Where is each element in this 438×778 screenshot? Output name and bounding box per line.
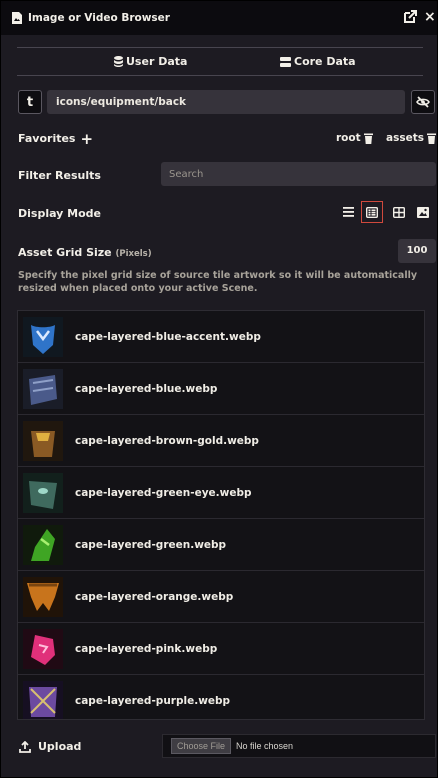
filter-label: Filter Results [18, 169, 101, 182]
list-item[interactable]: cape-layered-brown-gold.webp [18, 415, 424, 467]
toggle-privacy-button[interactable] [411, 90, 435, 114]
list-item[interactable]: cape-layered-orange.webp [18, 571, 424, 623]
divider [17, 47, 423, 48]
search-input[interactable] [161, 162, 436, 186]
file-thumbnail [23, 421, 63, 461]
file-picker-window: Image or Video Browser × User Data Core … [0, 0, 438, 778]
grid-size-help: Specify the pixel grid size of source ti… [18, 270, 418, 294]
list-icon [342, 207, 354, 217]
display-images-button[interactable] [412, 201, 434, 223]
file-thumbnail [23, 369, 63, 409]
favorite-assets[interactable]: assets [386, 129, 436, 147]
grid-size-input[interactable]: 100 [398, 239, 436, 263]
file-thumbnail [23, 317, 63, 357]
plus-icon[interactable]: + [80, 131, 93, 146]
tab-user-data[interactable]: User Data [114, 55, 187, 68]
display-thumbnails-button[interactable] [361, 201, 383, 223]
file-thumbnail [23, 629, 63, 669]
grid-icon [393, 206, 405, 218]
server-icon [280, 56, 291, 67]
close-icon[interactable]: × [424, 9, 436, 25]
file-status: No file chosen [236, 741, 294, 751]
list-thumbnails-icon [366, 206, 378, 218]
upload-label: Upload [19, 740, 81, 753]
path-input[interactable]: icons/equipment/back [47, 90, 405, 114]
grid-size-label: Asset Grid Size (Pixels) [18, 246, 152, 259]
file-thumbnail [23, 577, 63, 617]
thumb-fill [29, 481, 57, 509]
list-item[interactable]: cape-layered-green-eye.webp [18, 467, 424, 519]
trash-icon[interactable] [426, 133, 436, 144]
file-list[interactable]: cape-layered-blue-accent.webp cape-layer… [17, 310, 425, 720]
favorites-row: Favorites + [18, 129, 94, 148]
file-thumbnail [23, 473, 63, 513]
file-image-icon [12, 12, 22, 24]
favorite-root[interactable]: root [336, 129, 373, 147]
file-thumbnail [23, 681, 63, 719]
choose-file-button[interactable]: Choose File [171, 738, 232, 754]
trash-icon[interactable] [363, 133, 373, 144]
file-upload-field[interactable]: Choose File No file chosen [162, 734, 436, 758]
display-grid-button[interactable] [388, 201, 410, 223]
window-title: Image or Video Browser [28, 12, 170, 24]
display-mode-label: Display Mode [18, 207, 102, 220]
list-item[interactable]: cape-layered-blue.webp [18, 363, 424, 415]
file-thumbnail [23, 525, 63, 565]
upload-icon [19, 740, 31, 753]
window-titlebar[interactable]: Image or Video Browser × [1, 1, 437, 35]
list-item[interactable]: cape-layered-purple.webp [18, 675, 424, 719]
tab-core-data[interactable]: Core Data [280, 55, 356, 68]
list-item[interactable]: cape-layered-pink.webp [18, 623, 424, 675]
list-item[interactable]: cape-layered-green.webp [18, 519, 424, 571]
type-toggle-button[interactable]: t [18, 90, 42, 114]
database-icon [114, 56, 123, 67]
image-icon [417, 206, 429, 218]
display-list-button[interactable] [337, 201, 359, 223]
eye-slash-icon [416, 96, 430, 108]
list-item[interactable]: cape-layered-blue-accent.webp [18, 311, 424, 363]
popout-icon[interactable] [403, 10, 417, 24]
divider [17, 75, 423, 76]
